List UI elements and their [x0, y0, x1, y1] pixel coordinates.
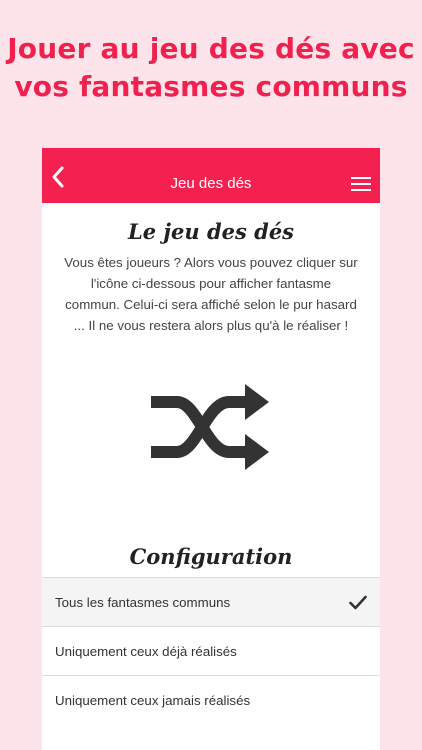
- app-screen: Jeu des dés Le jeu des dés Vous êtes jou…: [42, 148, 380, 750]
- promo-headline-line1: Jouer au jeu des dés avec: [7, 32, 415, 65]
- configuration-options: Tous les fantasmes communs Uniquement ce…: [42, 577, 380, 724]
- dice-description: Vous êtes joueurs ? Alors vous pouvez cl…: [64, 255, 358, 333]
- option-label: Uniquement ceux déjà réalisés: [55, 644, 237, 659]
- shuffle-icon[interactable]: [149, 374, 273, 474]
- configuration-title: Configuration: [129, 544, 293, 569]
- promo-headline-line2: vos fantasmes communs: [14, 70, 408, 103]
- option-all-fantasies[interactable]: Tous les fantasmes communs: [42, 577, 380, 626]
- promo-headline: Jouer au jeu des dés avec vos fantasmes …: [0, 30, 422, 106]
- dice-section-title: Le jeu des dés: [127, 219, 295, 244]
- option-label: Tous les fantasmes communs: [55, 595, 231, 610]
- option-already-done[interactable]: Uniquement ceux déjà réalisés: [42, 626, 380, 675]
- checkmark-icon: [349, 595, 367, 610]
- option-label: Uniquement ceux jamais réalisés: [55, 693, 251, 708]
- navbar: Jeu des dés: [42, 148, 380, 203]
- option-never-done[interactable]: Uniquement ceux jamais réalisés: [42, 675, 380, 724]
- hamburger-menu-icon[interactable]: [351, 177, 371, 191]
- navbar-title: Jeu des dés: [170, 175, 252, 192]
